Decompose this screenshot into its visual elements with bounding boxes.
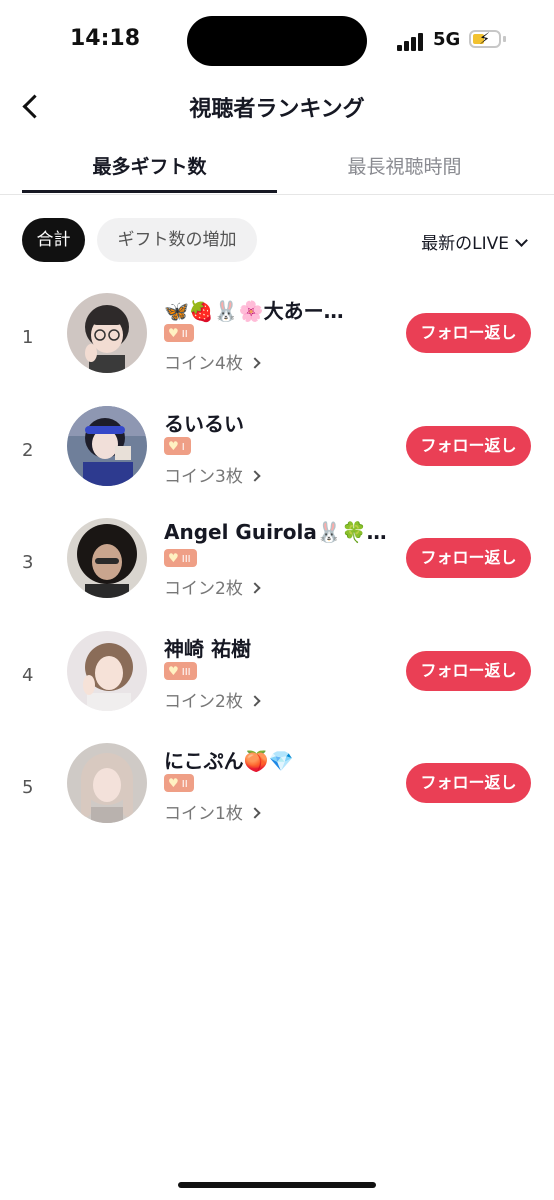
- level-badge: ♥ II: [164, 774, 194, 792]
- viewer-name: 🦋🍓🐰🌸大あー…: [164, 299, 344, 323]
- level-badge: ♥ III: [164, 662, 197, 680]
- list-item[interactable]: 4 神崎 祐樹 ♥ III コイン2枚 フォロー返し: [0, 631, 554, 741]
- heart-icon: ♥: [168, 439, 179, 453]
- rank-number: 5: [22, 777, 34, 798]
- list-item[interactable]: 2 るいるい ♥ I コイン3枚 フォロー返し: [0, 406, 554, 516]
- level-label: II: [181, 779, 188, 790]
- list-item[interactable]: 3 Angel Guirola🐰🍀… ♥ III コイン2枚 フォロー返し: [0, 518, 554, 628]
- viewer-name: るいるい: [164, 412, 244, 436]
- coin-count[interactable]: コイン2枚: [164, 687, 261, 712]
- filter-total-chip[interactable]: 合計: [22, 218, 85, 262]
- tab-divider: [0, 194, 554, 195]
- viewer-name: Angel Guirola🐰🍀…: [164, 520, 387, 544]
- level-badge: ♥ III: [164, 549, 197, 567]
- list-item[interactable]: 5 にこぷん🍑💎 ♥ II コイン1枚 フォロー返し: [0, 743, 554, 853]
- level-badge: ♥ I: [164, 437, 191, 455]
- dynamic-island: [187, 16, 367, 66]
- coin-count[interactable]: コイン3枚: [164, 462, 261, 487]
- viewer-name: 神崎 祐樹: [164, 637, 251, 661]
- battery-cap: [503, 36, 506, 42]
- active-tab-indicator: [22, 190, 277, 193]
- follow-back-button[interactable]: フォロー返し: [406, 426, 531, 466]
- heart-icon: ♥: [168, 326, 179, 340]
- coin-label: コイン2枚: [164, 692, 243, 712]
- avatar[interactable]: [67, 743, 147, 823]
- home-indicator[interactable]: [178, 1182, 376, 1188]
- coin-label: コイン4枚: [164, 354, 243, 374]
- level-label: III: [181, 554, 191, 565]
- coin-label: コイン1枚: [164, 804, 243, 824]
- rank-number: 2: [22, 440, 34, 461]
- chevron-right-icon: [249, 807, 261, 819]
- follow-back-button[interactable]: フォロー返し: [406, 313, 531, 353]
- avatar[interactable]: [67, 406, 147, 486]
- coin-count[interactable]: コイン1枚: [164, 799, 261, 824]
- rank-number: 4: [22, 665, 34, 686]
- chevron-right-icon: [249, 582, 261, 594]
- status-bar: 14:18 5G ⚡: [0, 0, 554, 80]
- coin-count[interactable]: コイン4枚: [164, 349, 261, 374]
- coin-label: コイン3枚: [164, 467, 243, 487]
- chevron-right-icon: [249, 695, 261, 707]
- chevron-right-icon: [249, 470, 261, 482]
- heart-icon: ♥: [168, 551, 179, 565]
- network-label: 5G: [433, 29, 461, 50]
- tab-most-gifts[interactable]: 最多ギフト数: [22, 152, 277, 179]
- heart-icon: ♥: [168, 776, 179, 790]
- avatar[interactable]: [67, 518, 147, 598]
- level-label: II: [181, 329, 188, 340]
- follow-back-button[interactable]: フォロー返し: [406, 763, 531, 803]
- live-select-label: 最新のLIVE: [421, 234, 509, 254]
- tab-longest-watch-time[interactable]: 最長視聴時間: [277, 152, 532, 179]
- rank-number: 1: [22, 327, 34, 348]
- signal-icon: [397, 33, 427, 51]
- follow-back-button[interactable]: フォロー返し: [406, 538, 531, 578]
- level-label: III: [181, 667, 191, 678]
- status-time: 14:18: [70, 26, 141, 51]
- battery-icon: ⚡: [469, 29, 501, 48]
- chevron-right-icon: [249, 357, 261, 369]
- heart-icon: ♥: [168, 664, 179, 678]
- coin-count[interactable]: コイン2枚: [164, 574, 261, 599]
- level-badge: ♥ II: [164, 324, 194, 342]
- live-select-dropdown[interactable]: 最新のLIVE: [421, 229, 528, 254]
- chevron-down-icon: [515, 234, 528, 247]
- avatar[interactable]: [67, 631, 147, 711]
- coin-label: コイン2枚: [164, 579, 243, 599]
- rank-number: 3: [22, 552, 34, 573]
- list-item[interactable]: 1 🦋🍓🐰🌸大あー… ♥ II コイン4枚 フォロー返し: [0, 293, 554, 403]
- level-label: I: [181, 442, 185, 453]
- viewer-name: にこぷん🍑💎: [164, 749, 294, 773]
- page-title: 視聴者ランキング: [189, 97, 365, 122]
- follow-back-button[interactable]: フォロー返し: [406, 651, 531, 691]
- avatar[interactable]: [67, 293, 147, 373]
- filter-gift-increase-chip[interactable]: ギフト数の増加: [97, 218, 257, 262]
